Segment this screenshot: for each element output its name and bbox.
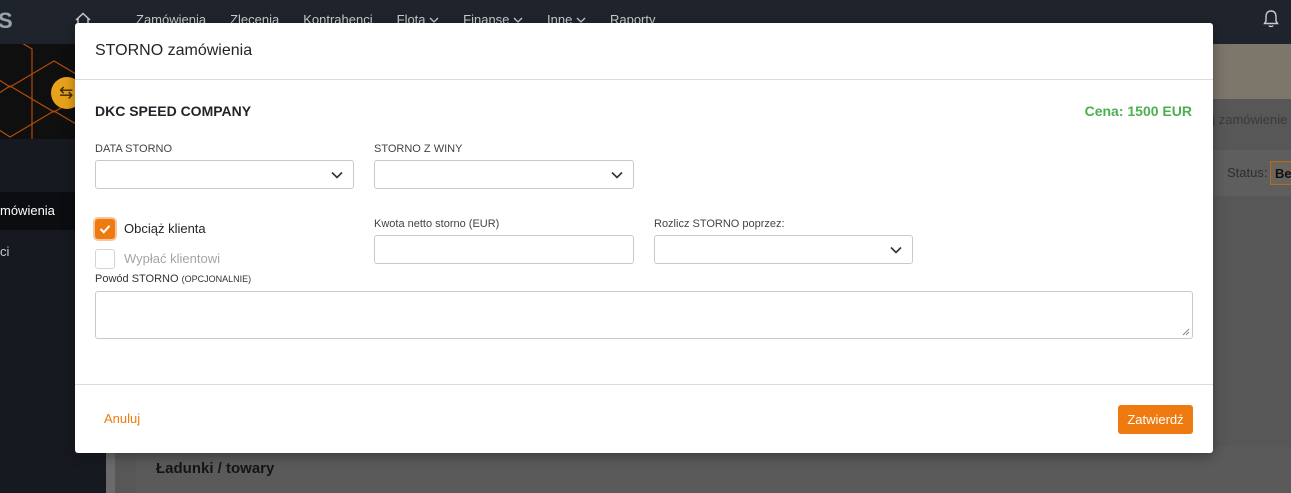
modal-header: STORNO zamówienia (75, 23, 1213, 80)
data-storno-select[interactable] (95, 160, 354, 189)
modal-title: STORNO zamówienia (95, 42, 253, 59)
bell-icon[interactable] (1262, 9, 1280, 29)
confirm-button[interactable]: Zatwierdź (1118, 405, 1193, 434)
data-storno-label: DATA STORNO (95, 143, 173, 155)
wyplac-klientowi-checkbox[interactable] (95, 249, 115, 269)
kwota-netto-label: Kwota netto storno (EUR) (374, 218, 500, 230)
company-name: DKC SPEED COMPANY (95, 103, 252, 119)
app-logo[interactable]: S (0, 8, 13, 34)
storno-z-winy-select[interactable] (374, 160, 634, 189)
storno-modal: STORNO zamówienia DKC SPEED COMPANY Cena… (75, 23, 1213, 453)
check-icon (99, 225, 111, 234)
kwota-netto-input[interactable] (374, 235, 634, 264)
storno-z-winy-label: STORNO Z WINY (374, 143, 463, 155)
price-label: Cena: 1500 EUR (1084, 103, 1192, 119)
powod-textarea[interactable] (95, 291, 1193, 339)
obciaz-klienta-label[interactable]: Obciąż klienta (124, 221, 206, 236)
status-select[interactable]: Be (1270, 161, 1291, 185)
status-label: Status: (1227, 165, 1268, 180)
powod-label: Powód STORNO (OPCJONALNIE) (95, 273, 252, 285)
resize-grip-icon[interactable] (1182, 328, 1190, 336)
rozlicz-label: Rozlicz STORNO poprzez: (654, 218, 785, 230)
chevron-down-icon (331, 171, 343, 179)
section-title: Ładunki / towary (156, 460, 275, 477)
section-cargo (136, 447, 1291, 493)
chevron-down-icon (890, 246, 902, 254)
modal-footer (75, 384, 1213, 453)
rozlicz-select[interactable] (654, 235, 913, 264)
powod-optional-suffix: (OPCJONALNIE) (181, 274, 252, 284)
cancel-button[interactable]: Anuluj (104, 411, 140, 426)
order-link[interactable]: uj zamówienie (1205, 112, 1287, 127)
chevron-down-icon (611, 171, 623, 179)
obciaz-klienta-checkbox[interactable] (95, 219, 115, 239)
wyplac-klientowi-label[interactable]: Wypłać klientowi (124, 251, 220, 266)
